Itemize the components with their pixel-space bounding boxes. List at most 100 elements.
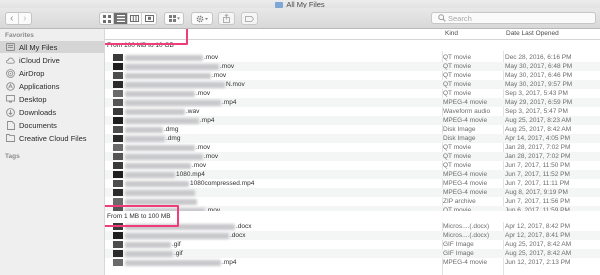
arrange-button[interactable] <box>164 12 184 25</box>
file-kind: MPEG-4 movie <box>443 189 488 196</box>
share-icon <box>223 14 230 23</box>
table-row[interactable]: .mov QT movie Jan 28, 2017, 7:02 PM <box>105 143 600 152</box>
highlight-box <box>105 205 179 227</box>
table-row[interactable]: .mov QT movie Sep 3, 2017, 5:43 PM <box>105 89 600 98</box>
table-row[interactable]: .docx Micros....(.docx) Apr 12, 2017, 8:42… <box>105 222 600 231</box>
table-row[interactable]: .gif GIF Image Aug 25, 2017, 8:42 AM <box>105 249 600 258</box>
sidebar-item-label: Desktop <box>19 94 47 104</box>
tag-icon <box>245 15 254 22</box>
redacted-filename <box>125 54 203 61</box>
file-thumbnail <box>113 54 123 61</box>
file-date: Sep 3, 2017, 5:43 PM <box>505 90 568 97</box>
file-name: N.mov <box>125 80 245 89</box>
file-date: Aug 25, 2017, 8:23 AM <box>505 117 572 124</box>
forward-button[interactable]: › <box>19 13 31 24</box>
table-row[interactable]: 1080.mp4 MPEG-4 movie Jun 7, 2017, 11:52 P… <box>105 170 600 179</box>
file-kind: MPEG-4 movie <box>443 180 488 187</box>
favorites-heading: Favorites <box>5 32 34 39</box>
file-extension: 1080compressed.mp4 <box>190 180 255 187</box>
redacted-filename <box>125 126 163 133</box>
sidebar-item-airdrop[interactable]: AirDrop <box>0 67 104 79</box>
file-kind: Disk Image <box>443 126 476 133</box>
sidebar-item-desktop[interactable]: Desktop <box>0 93 104 105</box>
kind-column-header[interactable]: Kind <box>445 30 458 37</box>
redacted-filename <box>125 198 197 205</box>
table-row[interactable]: 1080compressed.mp4 MPEG-4 movie Jun 7, 201… <box>105 179 600 188</box>
file-thumbnail <box>113 144 123 151</box>
table-row[interactable]: .mov QT movie Jun 7, 2017, 11:50 PM <box>105 161 600 170</box>
list-view-icon <box>116 15 125 22</box>
redacted-filename <box>125 180 189 187</box>
sidebar-item-creative-cloud-files[interactable]: Creative Cloud Files <box>0 132 104 144</box>
file-date: Jun 12, 2017, 2:13 PM <box>505 259 571 266</box>
table-row[interactable]: .mp4 MPEG-4 movie May 29, 2017, 6:59 PM <box>105 98 600 107</box>
file-date: Aug 25, 2017, 8:42 AM <box>505 126 572 133</box>
back-button[interactable]: ‹ <box>6 13 19 24</box>
table-row[interactable]: .gif GIF Image Aug 25, 2017, 8:42 AM <box>105 240 600 249</box>
tags-button[interactable] <box>241 12 258 25</box>
file-thumbnail <box>113 259 123 266</box>
redacted-filename <box>125 250 173 257</box>
file-name: .dmg <box>125 125 178 134</box>
sidebar-item-downloads[interactable]: Downloads <box>0 106 104 118</box>
file-thumbnail <box>113 81 123 88</box>
table-row[interactable]: ZIP archive Jun 7, 2017, 11:56 PM <box>105 197 600 206</box>
file-date: Aug 25, 2017, 8:42 AM <box>505 241 572 248</box>
file-extension: .mp4 <box>222 259 237 266</box>
desktop-icon <box>6 95 15 104</box>
sidebar-item-documents[interactable]: Documents <box>0 119 104 131</box>
sidebar-item-label: Downloads <box>19 107 57 117</box>
share-button[interactable] <box>218 12 235 25</box>
file-extension: .mov <box>196 144 211 151</box>
redacted-filename <box>125 72 211 79</box>
table-row[interactable]: .docx Micros....(.docx) Apr 12, 2017, 8:41… <box>105 231 600 240</box>
table-row[interactable]: .dmg Disk Image Aug 25, 2017, 8:42 AM <box>105 125 600 134</box>
file-date: May 30, 2017, 6:48 PM <box>505 63 573 70</box>
icon-view-button[interactable] <box>100 13 114 24</box>
file-kind: MPEG-4 movie <box>443 259 488 266</box>
file-name: .mp4 <box>125 98 236 107</box>
date-column-header[interactable]: Date Last Opened <box>506 30 559 37</box>
file-extension: N.mov <box>226 81 245 88</box>
table-row[interactable]: N.mov QT movie May 30, 2017, 9:57 PM <box>105 80 600 89</box>
file-thumbnail <box>113 232 123 239</box>
sidebar-item-icloud-drive[interactable]: iCloud Drive <box>0 54 104 66</box>
redacted-filename <box>125 162 191 169</box>
file-date: Dec 28, 2016, 6:16 PM <box>505 54 572 61</box>
sidebar-item-applications[interactable]: Applications <box>0 80 104 92</box>
file-extension: .dmg <box>166 135 181 142</box>
list-view-button[interactable] <box>114 13 128 24</box>
file-kind: QT movie <box>443 153 472 160</box>
file-name: .mov <box>125 62 234 71</box>
table-row[interactable]: .mp4 MPEG-4 movie Aug 25, 2017, 8:23 AM <box>105 116 600 125</box>
action-button[interactable] <box>191 12 213 25</box>
table-row[interactable]: MPEG-4 movie Aug 8, 2017, 9:19 PM <box>105 188 600 197</box>
file-date: May 30, 2017, 9:57 PM <box>505 81 573 88</box>
search-field[interactable] <box>431 12 596 24</box>
file-thumbnail <box>113 153 123 160</box>
redacted-filename <box>125 144 195 151</box>
cover-flow-button[interactable] <box>142 13 156 24</box>
documents-icon <box>6 120 15 130</box>
table-row[interactable]: .mov QT movie May 30, 2017, 6:46 PM <box>105 71 600 80</box>
airdrop-icon <box>6 68 15 78</box>
back-icon: ‹ <box>10 13 14 24</box>
table-row[interactable]: .mov QT movie May 30, 2017, 6:48 PM <box>105 62 600 71</box>
table-row[interactable]: .mov QT movie Dec 28, 2016, 6:16 PM <box>105 53 600 62</box>
gear-icon <box>196 15 208 22</box>
table-row[interactable]: .wav Waveform audio Sep 3, 2017, 5:47 PM <box>105 107 600 116</box>
highlight-box <box>105 29 188 45</box>
table-row[interactable]: .mp4 MPEG-4 movie Jun 12, 2017, 2:13 PM <box>105 258 600 267</box>
file-extension: .dmg <box>164 126 179 133</box>
table-row[interactable]: .mov QT movie Jan 28, 2017, 7:02 PM <box>105 152 600 161</box>
sidebar-item-all-my-files[interactable]: All My Files <box>0 41 104 53</box>
file-date: Aug 25, 2017, 8:42 AM <box>505 250 572 257</box>
search-icon <box>438 14 446 22</box>
file-date: Apr 12, 2017, 8:41 PM <box>505 232 571 239</box>
file-kind: QT movie <box>443 81 472 88</box>
column-view-button[interactable] <box>128 13 142 24</box>
file-extension: .mp4 <box>222 99 237 106</box>
file-extension: .docx <box>230 232 246 239</box>
search-input[interactable] <box>448 13 588 23</box>
table-row[interactable]: .dmg Disk Image Apr 14, 2017, 4:05 PM <box>105 134 600 143</box>
